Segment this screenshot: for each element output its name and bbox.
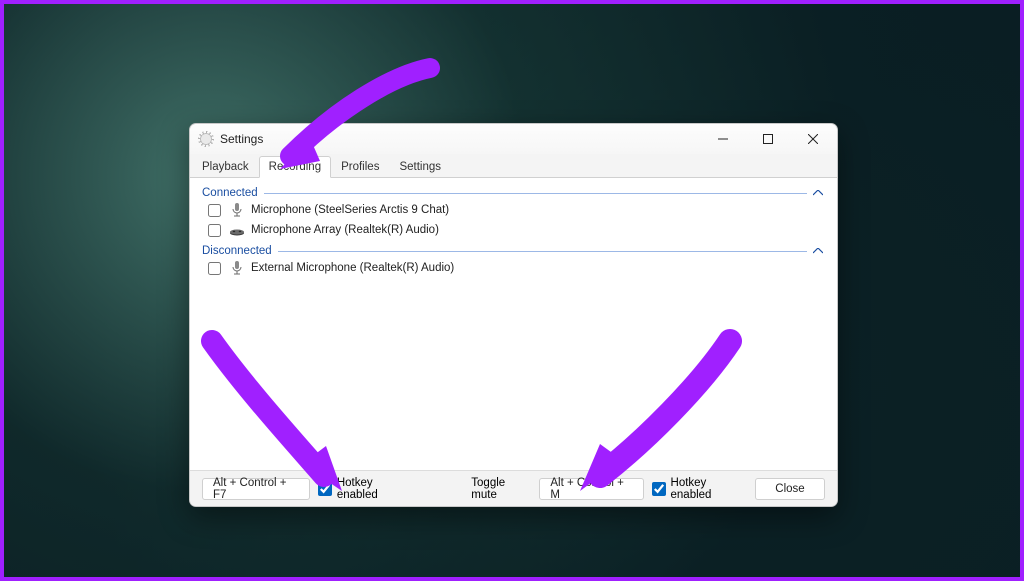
chevron-up-icon: [813, 246, 825, 257]
group-header-disconnected[interactable]: Disconnected: [202, 244, 825, 258]
tab-label: Playback: [202, 161, 249, 173]
close-icon: [808, 134, 818, 144]
hotkey1-field[interactable]: Alt + Control + F7: [202, 478, 310, 500]
tab-recording[interactable]: Recording: [259, 156, 331, 178]
maximize-icon: [763, 134, 773, 144]
device-row[interactable]: External Microphone (Realtek(R) Audio): [202, 258, 825, 278]
toggle-mute-label: Toggle mute: [471, 477, 531, 501]
tab-label: Recording: [269, 161, 321, 173]
desktop-background: Settings Playback Recording Profiles Set…: [0, 0, 1024, 581]
tab-label: Settings: [399, 161, 441, 173]
window-controls: [700, 124, 835, 154]
tab-playback[interactable]: Playback: [192, 156, 259, 177]
minimize-icon: [718, 134, 728, 144]
hotkey1-value: Alt + Control + F7: [213, 477, 299, 501]
chevron-up-icon: [813, 188, 825, 199]
device-name: Microphone (SteelSeries Arctis 9 Chat): [251, 204, 449, 216]
hotkey2-enabled-checkbox[interactable]: [652, 482, 665, 496]
group-divider: [278, 251, 807, 252]
gear-icon: [198, 131, 214, 147]
hotkey1-enabled-checkbox[interactable]: [318, 482, 331, 496]
bottom-toolbar: Alt + Control + F7 Hotkey enabled Toggle…: [190, 470, 837, 506]
microphone-icon: [229, 202, 245, 218]
group-divider: [264, 193, 807, 194]
tab-profiles[interactable]: Profiles: [331, 156, 389, 177]
tab-strip: Playback Recording Profiles Settings: [190, 154, 837, 178]
device-checkbox[interactable]: [208, 204, 221, 217]
device-checkbox[interactable]: [208, 262, 221, 275]
hotkey2-enabled-wrap[interactable]: Hotkey enabled: [652, 477, 747, 501]
maximize-button[interactable]: [745, 124, 790, 154]
microphone-array-icon: [229, 222, 245, 238]
device-name: Microphone Array (Realtek(R) Audio): [251, 224, 439, 236]
microphone-icon: [229, 260, 245, 276]
device-row[interactable]: Microphone (SteelSeries Arctis 9 Chat): [202, 200, 825, 220]
tab-settings[interactable]: Settings: [389, 156, 451, 177]
tab-label: Profiles: [341, 161, 379, 173]
window-titlebar: Settings: [190, 124, 837, 154]
close-window-button[interactable]: [790, 124, 835, 154]
window-title: Settings: [220, 132, 263, 146]
hotkey2-enabled-label: Hotkey enabled: [671, 477, 747, 501]
hotkey1-enabled-label: Hotkey enabled: [337, 477, 413, 501]
minimize-button[interactable]: [700, 124, 745, 154]
group-label: Disconnected: [202, 245, 272, 257]
close-button[interactable]: Close: [755, 478, 825, 500]
close-button-label: Close: [775, 483, 804, 495]
device-name: External Microphone (Realtek(R) Audio): [251, 262, 454, 274]
device-row[interactable]: Microphone Array (Realtek(R) Audio): [202, 220, 825, 240]
hotkey2-field[interactable]: Alt + Control + M: [539, 478, 644, 500]
device-checkbox[interactable]: [208, 224, 221, 237]
group-label: Connected: [202, 187, 258, 199]
group-header-connected[interactable]: Connected: [202, 186, 825, 200]
hotkey2-value: Alt + Control + M: [550, 477, 633, 501]
hotkey1-enabled-wrap[interactable]: Hotkey enabled: [318, 477, 413, 501]
settings-window: Settings Playback Recording Profiles Set…: [189, 123, 838, 507]
recording-panel: Connected Microphone (SteelSeries Arctis…: [190, 178, 837, 470]
